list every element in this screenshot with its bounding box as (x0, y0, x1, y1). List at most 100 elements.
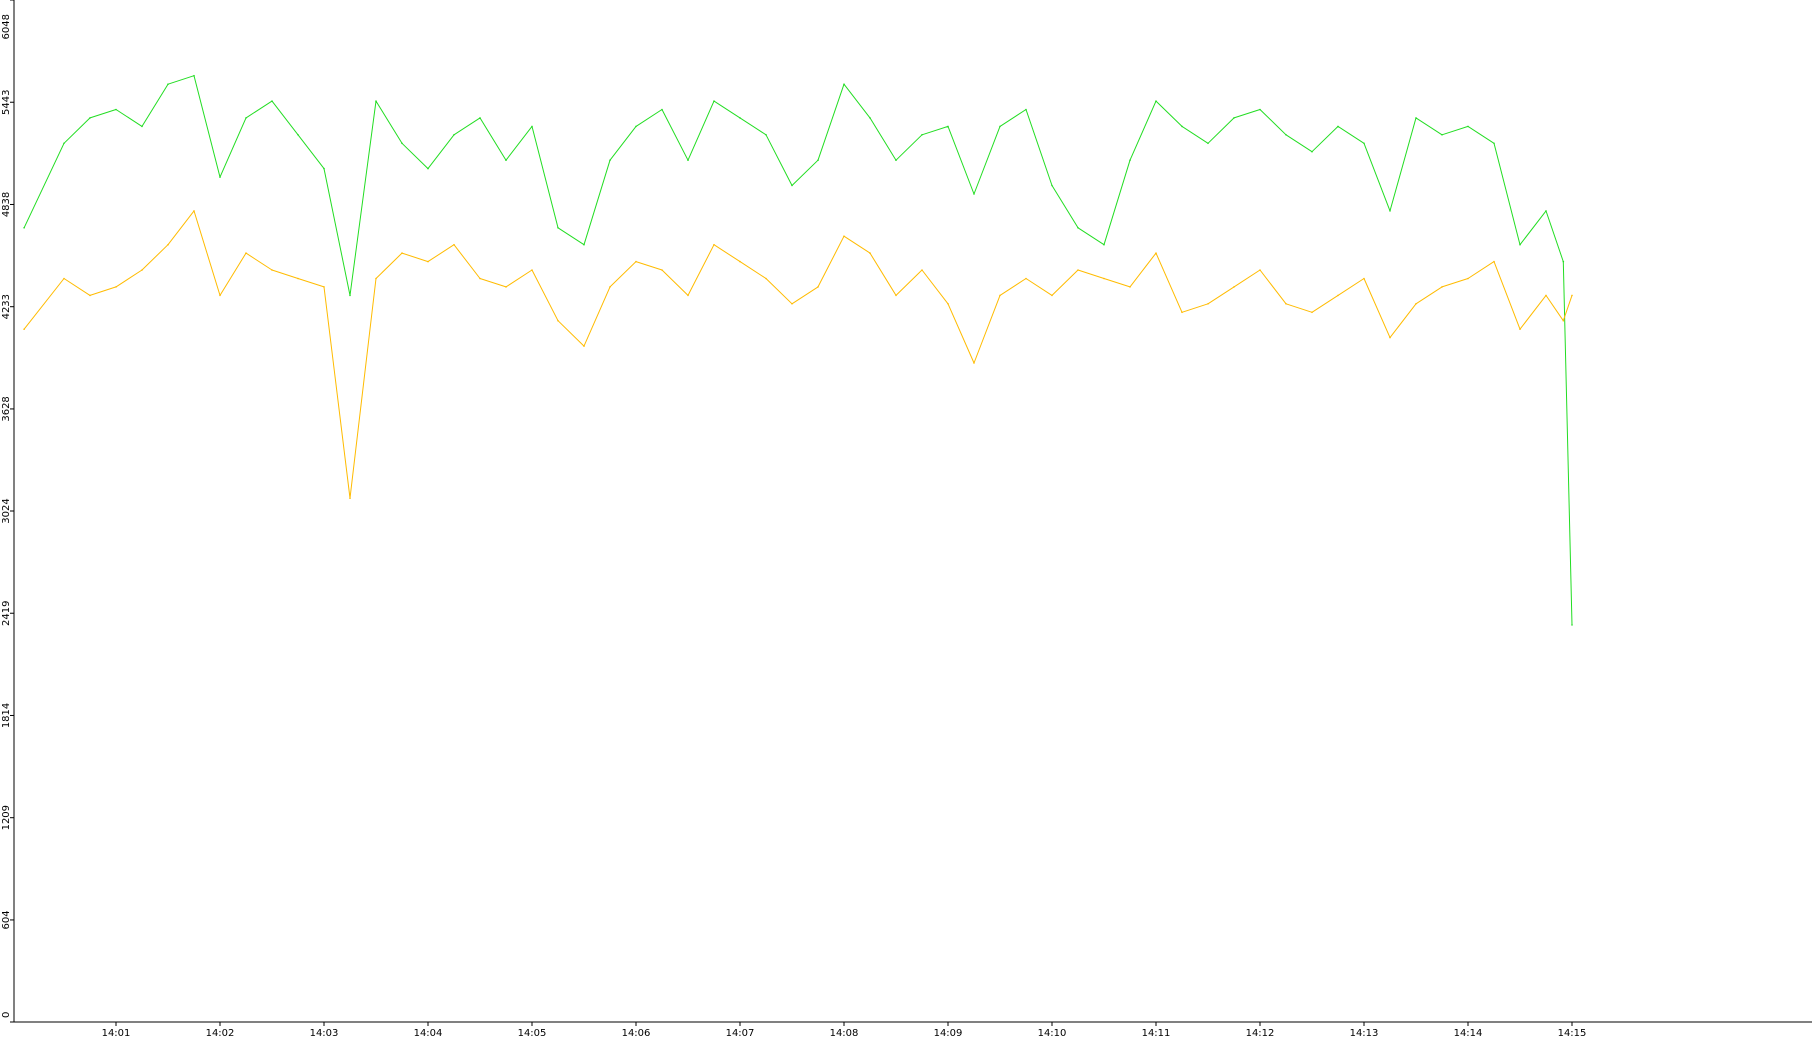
series-2-point (23, 328, 25, 331)
series-2-point (1181, 311, 1183, 314)
series-1-point (1181, 125, 1183, 128)
series-1-point (297, 134, 299, 136)
y-tick-label: 1814 (1, 703, 12, 728)
series-1-point (1467, 125, 1469, 128)
series-1-point (1103, 243, 1105, 246)
series-2-point (1571, 294, 1573, 297)
series-2-point (661, 269, 663, 271)
series-1-point (869, 117, 871, 119)
x-tick-label: 14:09 (934, 1028, 963, 1039)
series-2-point (1311, 311, 1313, 314)
series-1-point (1363, 142, 1365, 145)
series-2-point (687, 294, 689, 297)
series-1-point (765, 134, 767, 136)
series-2-point (1562, 319, 1565, 322)
series-1-point (89, 117, 91, 119)
series-2-point (479, 277, 481, 280)
series-2-point (1415, 303, 1417, 305)
y-tick-label: 5443 (1, 90, 12, 115)
series-1-point (505, 159, 507, 161)
x-tick-label: 14:14 (1454, 1028, 1483, 1039)
series-2-point (427, 260, 429, 263)
y-tick-label: 0 (1, 1012, 12, 1018)
series-1-point (661, 108, 663, 111)
series-1-point (791, 184, 793, 187)
series-2-point (947, 303, 949, 305)
series-2-point (921, 269, 923, 271)
series-2-point (1259, 269, 1261, 271)
series-1-point (531, 125, 533, 128)
series-1-point (1285, 134, 1287, 136)
series-1-point (973, 193, 975, 195)
series-2-point (635, 260, 637, 263)
series-1-point (115, 108, 117, 111)
series-2-point (869, 252, 871, 254)
series-2-point (1155, 252, 1157, 254)
series-1-point (1562, 260, 1565, 263)
x-tick-label: 14:01 (102, 1028, 131, 1039)
series-1-point (1415, 117, 1417, 119)
series-1-point (271, 100, 273, 102)
x-tick-label: 14:11 (1142, 1028, 1171, 1039)
series-2-point (323, 286, 325, 288)
series-2-point (791, 303, 793, 305)
series-2-point (739, 260, 741, 263)
series-2-point (1129, 286, 1131, 288)
series-2-point (973, 362, 975, 364)
series-1-point (1571, 624, 1573, 626)
y-tick-label: 604 (1, 910, 12, 929)
series-1-point (1389, 210, 1391, 212)
series-1-point (219, 176, 221, 178)
x-tick-label: 14:13 (1350, 1028, 1379, 1039)
series-2-point (817, 286, 819, 288)
y-tick-label: 1209 (1, 805, 12, 830)
series-1-point (1441, 134, 1443, 136)
series-2-point (1467, 277, 1469, 280)
x-tick-label: 14:10 (1038, 1028, 1067, 1039)
series-1-point (687, 159, 689, 161)
x-tick-label: 14:06 (622, 1028, 651, 1039)
series-2-point (1233, 286, 1235, 288)
series-2-point (531, 269, 533, 271)
y-tick-label: 6048 (1, 14, 12, 39)
series-2-point (167, 243, 169, 246)
series-1-point (1025, 108, 1027, 111)
series-2-point (1337, 294, 1339, 297)
x-axis-ticks: 14:01 14:02 14:03 14:04 14:05 14:06 14:07 14:08… (102, 1022, 1586, 1039)
y-tick-label: 4838 (1, 192, 12, 217)
series-2-point (1389, 336, 1391, 339)
series-2-point (1363, 277, 1365, 280)
series-2-point (271, 269, 273, 271)
series-1-point (1259, 108, 1261, 111)
series-2-point (401, 252, 403, 254)
series-2-point (1545, 294, 1547, 297)
series-1-point (1155, 100, 1157, 102)
series-2-point (63, 277, 65, 280)
series-1-point (427, 167, 429, 170)
series-1-point (1545, 210, 1547, 212)
series-1-point (1207, 142, 1209, 145)
series-1-point (375, 100, 377, 102)
series-1-point (1129, 159, 1131, 161)
series-1-point (739, 117, 741, 119)
x-tick-label: 14:08 (830, 1028, 859, 1039)
series-1-point (921, 134, 923, 136)
plot-background (0, 0, 1815, 1039)
series-1-point (947, 125, 949, 128)
y-tick-label: 3628 (1, 396, 12, 421)
series-2-point (505, 286, 507, 288)
x-tick-label: 14:04 (414, 1028, 443, 1039)
series-2-point (349, 497, 351, 500)
series-1-point (349, 294, 351, 297)
series-1-point (999, 125, 1001, 128)
series-1-point (635, 125, 637, 128)
series-2-point (765, 277, 767, 280)
series-1-point (609, 159, 611, 161)
series-2-point (1441, 286, 1443, 288)
series-1-point (401, 142, 403, 145)
y-tick-label: 2419 (1, 601, 12, 626)
series-1-point (23, 227, 25, 229)
series-1-point (1337, 125, 1339, 128)
series-1-point (1311, 150, 1313, 153)
y-tick-label: 4233 (1, 294, 12, 319)
